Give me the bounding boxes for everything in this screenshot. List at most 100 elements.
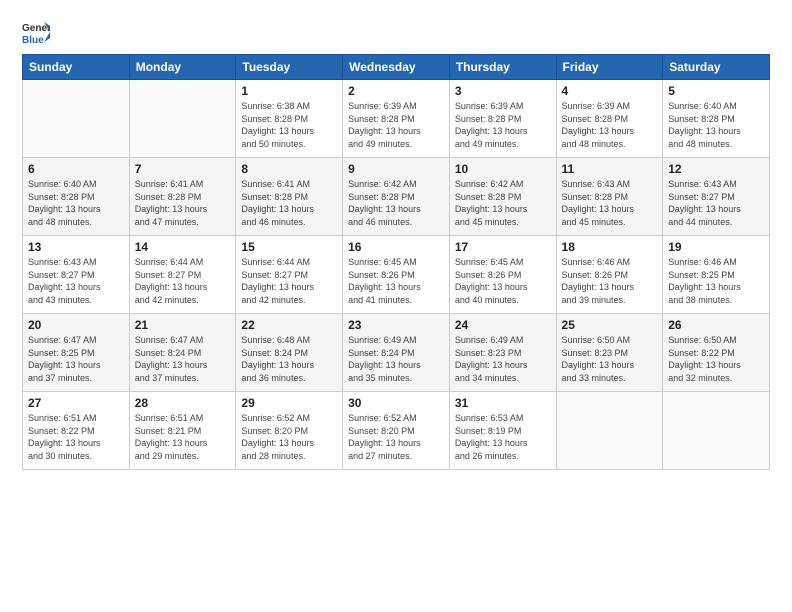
col-saturday: Saturday — [663, 55, 770, 80]
day-info: Sunrise: 6:40 AM Sunset: 8:28 PM Dayligh… — [668, 100, 764, 150]
table-row: 20Sunrise: 6:47 AM Sunset: 8:25 PM Dayli… — [23, 314, 130, 392]
day-info: Sunrise: 6:44 AM Sunset: 8:27 PM Dayligh… — [241, 256, 337, 306]
day-number: 24 — [455, 318, 551, 332]
table-row: 11Sunrise: 6:43 AM Sunset: 8:28 PM Dayli… — [556, 158, 663, 236]
day-number: 7 — [135, 162, 231, 176]
day-number: 25 — [562, 318, 658, 332]
day-number: 8 — [241, 162, 337, 176]
day-number: 21 — [135, 318, 231, 332]
table-row: 15 Sunrise: 6:44 AM Sunset: 8:27 PM Dayli… — [236, 236, 343, 314]
table-row: 22 Sunrise: 6:48 AM Sunset: 8:24 PM Dayli… — [236, 314, 343, 392]
day-info: Sunrise: 6:48 AM Sunset: 8:24 PM Dayligh… — [241, 334, 337, 384]
day-number: 12 — [668, 162, 764, 176]
day-info: Sunrise: 6:45 AM Sunset: 8:26 PM Dayligh… — [348, 256, 444, 306]
table-row: 29 Sunrise: 6:52 AM Sunset: 8:20 PM Dayli… — [236, 392, 343, 470]
day-number: 14 — [135, 240, 231, 254]
logo-icon: General Blue — [22, 18, 50, 46]
day-number: 16 — [348, 240, 444, 254]
calendar-week-row: 13Sunrise: 6:43 AM Sunset: 8:27 PM Dayli… — [23, 236, 770, 314]
day-info: Sunrise: 6:50 AM Sunset: 8:22 PM Dayligh… — [668, 334, 764, 384]
table-row: 7 Sunrise: 6:41 AM Sunset: 8:28 PM Daylig… — [129, 158, 236, 236]
calendar-week-row: 1Sunrise: 6:38 AM Sunset: 8:28 PM Daylig… — [23, 80, 770, 158]
table-row — [129, 80, 236, 158]
table-row: 26 Sunrise: 6:50 AM Sunset: 8:22 PM Dayli… — [663, 314, 770, 392]
day-info: Sunrise: 6:46 AM Sunset: 8:26 PM Dayligh… — [562, 256, 658, 306]
day-info: Sunrise: 6:44 AM Sunset: 8:27 PM Dayligh… — [135, 256, 231, 306]
day-number: 27 — [28, 396, 124, 410]
day-info: Sunrise: 6:49 AM Sunset: 8:24 PM Dayligh… — [348, 334, 444, 384]
day-info: Sunrise: 6:42 AM Sunset: 8:28 PM Dayligh… — [348, 178, 444, 228]
day-number: 30 — [348, 396, 444, 410]
table-row: 25 Sunrise: 6:50 AM Sunset: 8:23 PM Dayli… — [556, 314, 663, 392]
day-number: 9 — [348, 162, 444, 176]
day-info: Sunrise: 6:47 AM Sunset: 8:24 PM Dayligh… — [135, 334, 231, 384]
day-info: Sunrise: 6:40 AM Sunset: 8:28 PM Dayligh… — [28, 178, 124, 228]
day-info: Sunrise: 6:47 AM Sunset: 8:25 PM Dayligh… — [28, 334, 124, 384]
table-row: 21 Sunrise: 6:47 AM Sunset: 8:24 PM Dayli… — [129, 314, 236, 392]
col-wednesday: Wednesday — [343, 55, 450, 80]
table-row: 13Sunrise: 6:43 AM Sunset: 8:27 PM Dayli… — [23, 236, 130, 314]
day-info: Sunrise: 6:39 AM Sunset: 8:28 PM Dayligh… — [562, 100, 658, 150]
day-number: 29 — [241, 396, 337, 410]
table-row: 16 Sunrise: 6:45 AM Sunset: 8:26 PM Dayli… — [343, 236, 450, 314]
col-tuesday: Tuesday — [236, 55, 343, 80]
day-number: 15 — [241, 240, 337, 254]
table-row: 8Sunrise: 6:41 AM Sunset: 8:28 PM Daylig… — [236, 158, 343, 236]
day-number: 1 — [241, 84, 337, 98]
calendar-header-row: Sunday Monday Tuesday Wednesday Thursday… — [23, 55, 770, 80]
table-row: 5 Sunrise: 6:40 AM Sunset: 8:28 PM Daylig… — [663, 80, 770, 158]
table-row — [663, 392, 770, 470]
day-number: 5 — [668, 84, 764, 98]
calendar-week-row: 20Sunrise: 6:47 AM Sunset: 8:25 PM Dayli… — [23, 314, 770, 392]
day-info: Sunrise: 6:51 AM Sunset: 8:21 PM Dayligh… — [135, 412, 231, 462]
page-header: General Blue — [22, 18, 770, 46]
table-row: 17 Sunrise: 6:45 AM Sunset: 8:26 PM Dayli… — [449, 236, 556, 314]
table-row: 6Sunrise: 6:40 AM Sunset: 8:28 PM Daylig… — [23, 158, 130, 236]
table-row: 18 Sunrise: 6:46 AM Sunset: 8:26 PM Dayli… — [556, 236, 663, 314]
day-info: Sunrise: 6:41 AM Sunset: 8:28 PM Dayligh… — [135, 178, 231, 228]
calendar-table: Sunday Monday Tuesday Wednesday Thursday… — [22, 54, 770, 470]
day-info: Sunrise: 6:42 AM Sunset: 8:28 PM Dayligh… — [455, 178, 551, 228]
calendar-week-row: 6Sunrise: 6:40 AM Sunset: 8:28 PM Daylig… — [23, 158, 770, 236]
day-info: Sunrise: 6:43 AM Sunset: 8:27 PM Dayligh… — [668, 178, 764, 228]
day-info: Sunrise: 6:52 AM Sunset: 8:20 PM Dayligh… — [241, 412, 337, 462]
table-row: 4 Sunrise: 6:39 AM Sunset: 8:28 PM Daylig… — [556, 80, 663, 158]
day-number: 22 — [241, 318, 337, 332]
logo: General Blue — [22, 18, 50, 46]
svg-text:Blue: Blue — [22, 35, 44, 46]
day-info: Sunrise: 6:39 AM Sunset: 8:28 PM Dayligh… — [455, 100, 551, 150]
day-number: 13 — [28, 240, 124, 254]
table-row: 2 Sunrise: 6:39 AM Sunset: 8:28 PM Daylig… — [343, 80, 450, 158]
day-number: 26 — [668, 318, 764, 332]
table-row: 24 Sunrise: 6:49 AM Sunset: 8:23 PM Dayli… — [449, 314, 556, 392]
table-row: 12 Sunrise: 6:43 AM Sunset: 8:27 PM Dayli… — [663, 158, 770, 236]
table-row: 3 Sunrise: 6:39 AM Sunset: 8:28 PM Daylig… — [449, 80, 556, 158]
table-row: 31Sunrise: 6:53 AM Sunset: 8:19 PM Dayli… — [449, 392, 556, 470]
table-row: 9 Sunrise: 6:42 AM Sunset: 8:28 PM Daylig… — [343, 158, 450, 236]
day-info: Sunrise: 6:45 AM Sunset: 8:26 PM Dayligh… — [455, 256, 551, 306]
day-number: 17 — [455, 240, 551, 254]
table-row: 30 Sunrise: 6:52 AM Sunset: 8:20 PM Dayli… — [343, 392, 450, 470]
day-number: 18 — [562, 240, 658, 254]
table-row: 10 Sunrise: 6:42 AM Sunset: 8:28 PM Dayli… — [449, 158, 556, 236]
day-info: Sunrise: 6:50 AM Sunset: 8:23 PM Dayligh… — [562, 334, 658, 384]
day-number: 28 — [135, 396, 231, 410]
col-sunday: Sunday — [23, 55, 130, 80]
day-number: 31 — [455, 396, 551, 410]
day-number: 4 — [562, 84, 658, 98]
day-info: Sunrise: 6:39 AM Sunset: 8:28 PM Dayligh… — [348, 100, 444, 150]
calendar-week-row: 27 Sunrise: 6:51 AM Sunset: 8:22 PM Dayli… — [23, 392, 770, 470]
day-number: 19 — [668, 240, 764, 254]
table-row: 19 Sunrise: 6:46 AM Sunset: 8:25 PM Dayli… — [663, 236, 770, 314]
day-number: 2 — [348, 84, 444, 98]
day-info: Sunrise: 6:46 AM Sunset: 8:25 PM Dayligh… — [668, 256, 764, 306]
day-info: Sunrise: 6:43 AM Sunset: 8:28 PM Dayligh… — [562, 178, 658, 228]
col-monday: Monday — [129, 55, 236, 80]
day-info: Sunrise: 6:51 AM Sunset: 8:22 PM Dayligh… — [28, 412, 124, 462]
table-row: 27 Sunrise: 6:51 AM Sunset: 8:22 PM Dayli… — [23, 392, 130, 470]
day-number: 3 — [455, 84, 551, 98]
day-info: Sunrise: 6:52 AM Sunset: 8:20 PM Dayligh… — [348, 412, 444, 462]
day-number: 10 — [455, 162, 551, 176]
day-info: Sunrise: 6:49 AM Sunset: 8:23 PM Dayligh… — [455, 334, 551, 384]
table-row: 23Sunrise: 6:49 AM Sunset: 8:24 PM Dayli… — [343, 314, 450, 392]
